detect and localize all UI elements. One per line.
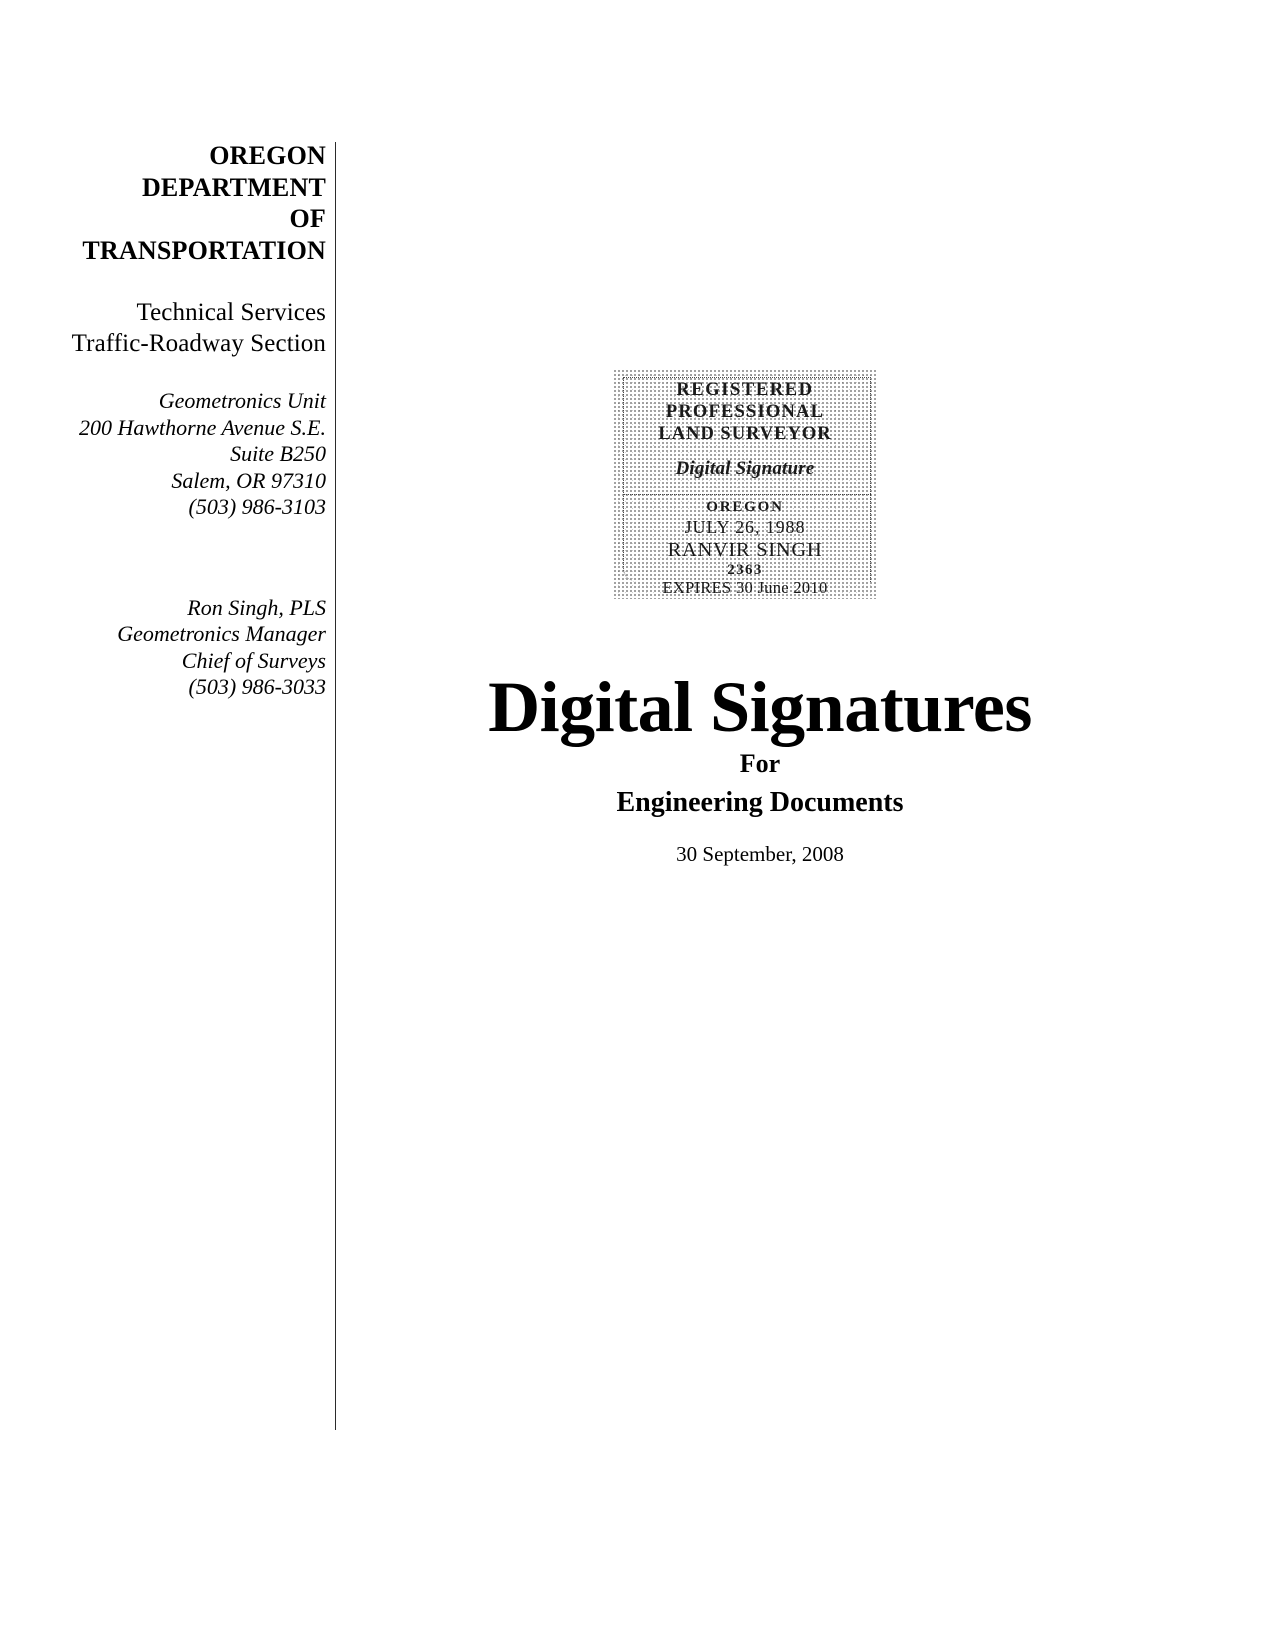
contact-phone: (503) 986-3033: [188, 674, 326, 699]
division-line-2: Traffic-Roadway Section: [71, 330, 326, 357]
agency-name: OREGON DEPARTMENT OF TRANSPORTATION: [30, 140, 326, 266]
agency-line-1: OREGON: [209, 141, 326, 170]
seal-license-number: 2363: [727, 562, 763, 578]
contact-name: Ron Singh, PLS: [187, 594, 326, 620]
address-line-2: 200 Hawthorne Avenue S.E.: [78, 414, 326, 440]
contact-title-2: Chief of Surveys: [181, 647, 326, 673]
seal-expiration: EXPIRES 30 June 2010: [662, 578, 828, 597]
title-connector: For: [739, 749, 781, 778]
address-phone: (503) 986-3103: [188, 494, 326, 519]
seal-state: OREGON: [706, 499, 784, 515]
left-info-column: OREGON DEPARTMENT OF TRANSPORTATION Tech…: [30, 140, 326, 701]
contact-title-1: Geometronics Manager: [117, 621, 326, 646]
address-line-4: Salem, OR 97310: [171, 467, 326, 493]
address-line-1: Geometronics Unit: [158, 388, 326, 413]
address-line-3: Suite B250: [230, 441, 326, 466]
agency-line-4: TRANSPORTATION: [82, 235, 326, 265]
address-block: Geometronics Unit 200 Hawthorne Avenue S…: [30, 388, 326, 521]
division-line-1: Technical Services: [136, 299, 326, 326]
cover-page: OREGON DEPARTMENT OF TRANSPORTATION Tech…: [0, 0, 1275, 1650]
division-name: Technical Services Traffic-Roadway Secti…: [30, 297, 326, 359]
seal-signature-text: Digital Signature: [675, 458, 815, 479]
seal-line-professional: PROFESSIONAL: [665, 402, 825, 422]
page-title: Digital Signatures: [488, 667, 1032, 747]
seal-surveyor-name: RANVIR SINGH: [667, 539, 823, 561]
seal-line-registered: REGISTERED: [676, 380, 814, 400]
agency-line-3: OF: [289, 204, 326, 233]
seal-line-land-surveyor: LAND SURVEYOR: [658, 424, 832, 444]
title-date: 30 September, 2008: [676, 842, 844, 866]
agency-line-2: DEPARTMENT: [141, 172, 326, 202]
contact-block: Ron Singh, PLS Geometronics Manager Chie…: [30, 595, 326, 701]
seal-registration-date: JULY 26, 1988: [684, 517, 806, 537]
vertical-divider-rule: [335, 142, 336, 1430]
title-subject: Engineering Documents: [616, 787, 904, 818]
seal-divider-line: [623, 494, 871, 495]
land-surveyor-seal: REGISTERED PROFESSIONAL LAND SURVEYOR Di…: [613, 369, 877, 599]
